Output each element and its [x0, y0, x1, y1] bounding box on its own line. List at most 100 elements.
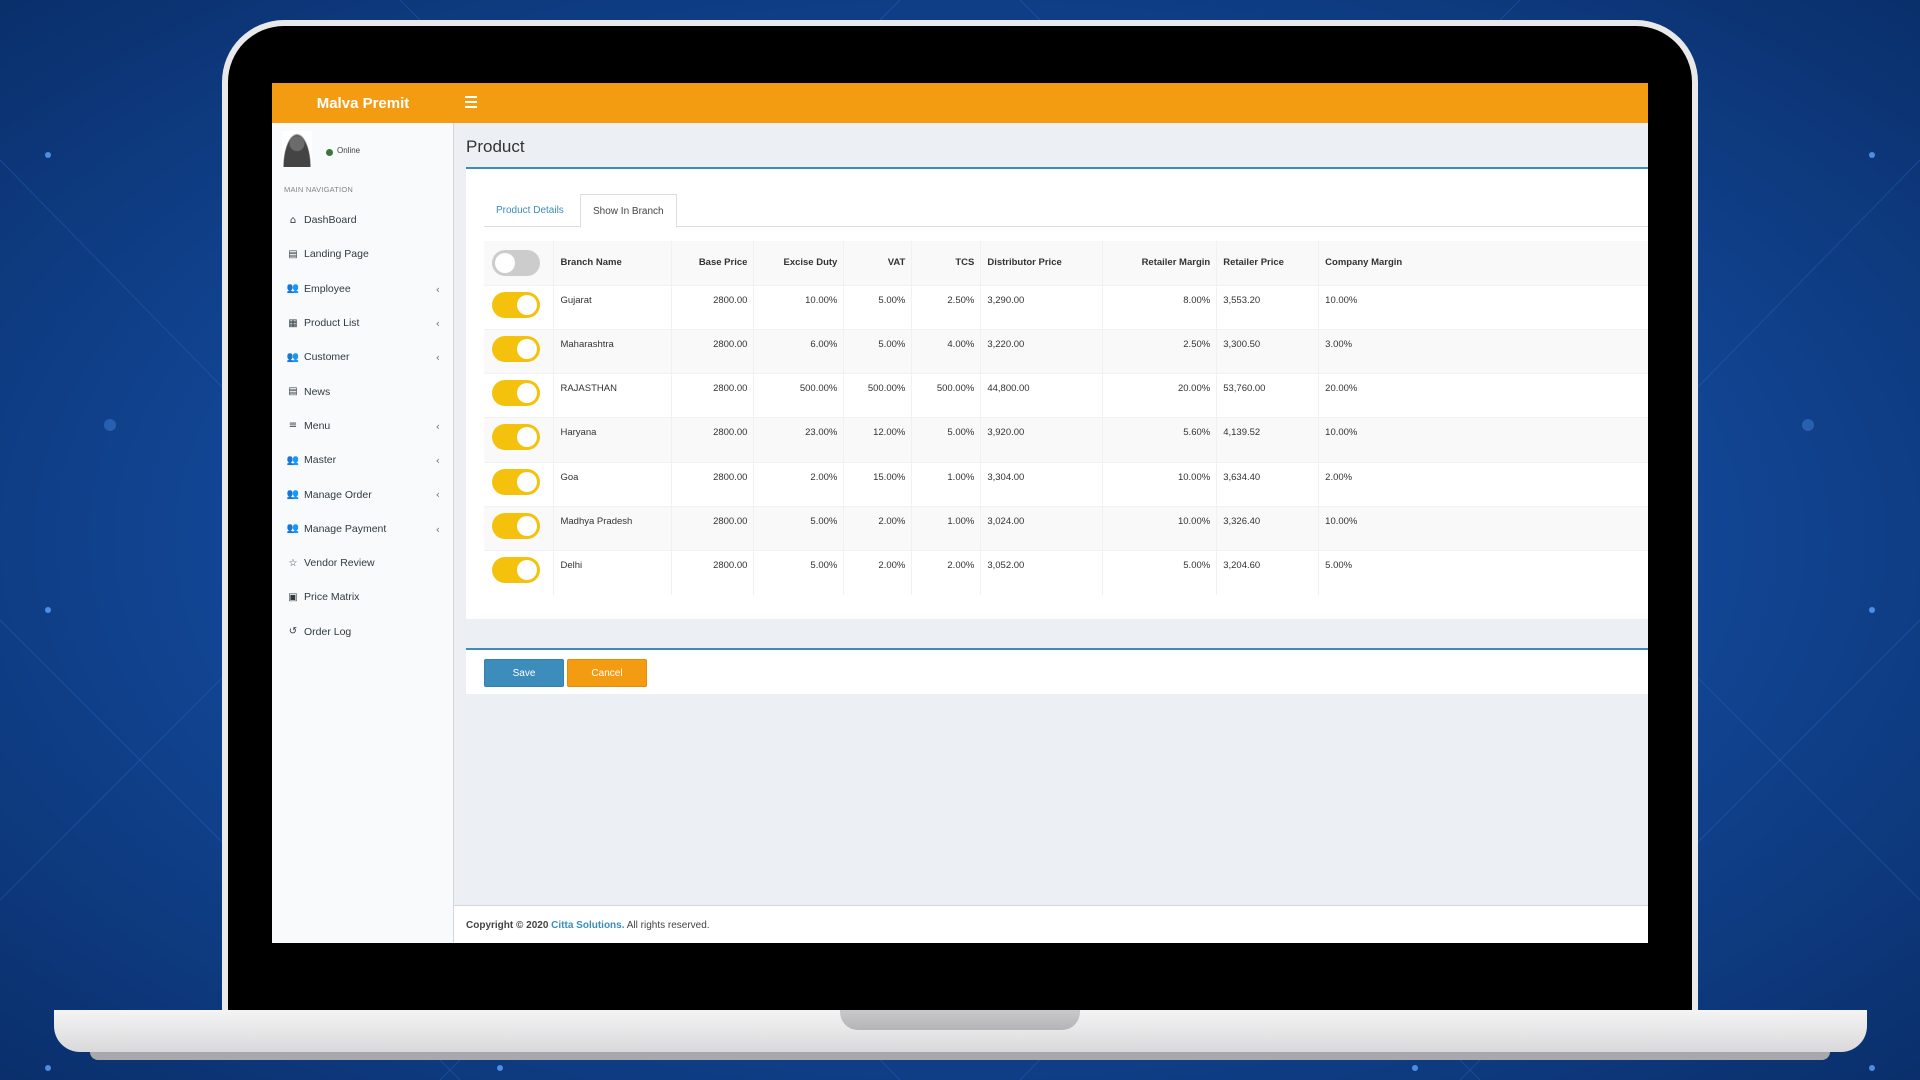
cell-retailer-margin: 8.00% [1102, 284, 1218, 330]
cell-excise: 5.00% [753, 550, 845, 596]
cell-retailer-price: 3,553.20 [1216, 284, 1320, 330]
chevron-left-icon: ‹ [435, 282, 440, 296]
sidebar-item-news[interactable]: ▤ News [272, 374, 454, 408]
column-header: TCS [911, 241, 982, 285]
branch-enabled-toggle[interactable] [492, 424, 540, 451]
select-all-toggle[interactable] [492, 249, 540, 276]
sidebar-item-dashboard[interactable]: ⌂ DashBoard [272, 203, 454, 237]
users-icon: 👥 [286, 489, 300, 501]
brand-logo[interactable]: Malva Premit [272, 83, 454, 123]
save-button[interactable]: Save [484, 659, 564, 687]
table-row: Goa 2800.00 2.00% 15.00% 1.00% 3,304.00 10.00%… [484, 461, 1648, 507]
content-area: Product Product Details Show In Branch B… [454, 123, 1648, 943]
branch-enabled-toggle[interactable] [492, 291, 540, 318]
users-icon: 👥 [286, 351, 300, 363]
history-icon: ↺ [288, 626, 298, 638]
cell-retailer-margin: 2.50% [1102, 328, 1218, 374]
sidebar-item-master[interactable]: 👥 Master ‹ [272, 443, 454, 477]
list-icon: ▦ [288, 317, 298, 329]
cell-tcs: 2.00% [911, 550, 982, 596]
cell-excise: 10.00% [753, 284, 845, 330]
star-icon: ☆ [288, 557, 298, 569]
chevron-left-icon: ‹ [435, 419, 440, 433]
sidebar-item-label: Price Matrix [304, 591, 360, 604]
user-panel: Online [282, 131, 442, 169]
sidebar-item-menu[interactable]: ≡ Menu ‹ [272, 409, 454, 443]
cell-base-price: 2800.00 [671, 550, 755, 596]
cell-excise: 6.00% [753, 328, 845, 374]
branch-enabled-toggle[interactable] [492, 468, 540, 495]
company-link[interactable]: Citta Solutions. [551, 920, 624, 931]
tab-product-details[interactable]: Product Details [484, 194, 576, 227]
cell-retailer-price: 3,634.40 [1216, 461, 1320, 507]
sidebar-toggle-icon[interactable] [465, 96, 477, 108]
cell-tcs: 2.50% [911, 284, 982, 330]
users-icon: 👥 [286, 283, 300, 295]
sidebar-item-employee[interactable]: 👥 Employee ‹ [272, 272, 454, 306]
cell-branch: Madhya Pradesh [553, 505, 673, 551]
cell-distributor-price: 44,800.00 [980, 373, 1104, 418]
cell-vat: 15.00% [843, 461, 913, 507]
table-row: Madhya Pradesh 2800.00 5.00% 2.00% 1.00% 3,02… [484, 505, 1648, 551]
cancel-button[interactable]: Cancel [567, 659, 647, 687]
cell-company-margin: 10.00% [1318, 417, 1648, 463]
sidebar-item-landing-page[interactable]: ▤ Landing Page [272, 237, 454, 271]
cell-vat: 500.00% [843, 373, 913, 418]
cell-tcs: 500.00% [911, 373, 982, 418]
cell-excise: 500.00% [753, 373, 845, 418]
branch-enabled-toggle[interactable] [492, 335, 540, 362]
cell-retailer-price: 53,760.00 [1216, 373, 1320, 418]
cell-vat: 12.00% [843, 417, 913, 463]
branch-enabled-toggle[interactable] [492, 380, 540, 407]
branch-enabled-toggle[interactable] [492, 557, 540, 584]
cell-excise: 2.00% [753, 461, 845, 507]
cell-company-margin: 2.00% [1318, 461, 1648, 507]
table-body: Gujarat 2800.00 10.00% 5.00% 2.50% 3,290.00 8.… [484, 284, 1648, 596]
cell-branch: Delhi [553, 550, 673, 596]
newspaper-icon: ▤ [288, 386, 298, 398]
rights-text: All rights reserved. [626, 920, 710, 931]
footer: Copyright © 2020 Citta Solutions. All ri… [454, 905, 1648, 943]
sidebar-item-label: Manage Order [304, 488, 372, 501]
cell-branch: Haryana [553, 417, 673, 463]
laptop-notch [840, 1010, 1080, 1030]
cell-vat: 2.00% [843, 505, 913, 551]
cell-excise: 5.00% [753, 505, 845, 551]
sidebar-item-vendor-review[interactable]: ☆ Vendor Review [272, 546, 454, 580]
sidebar-item-label: Master [304, 454, 337, 467]
sidebar-item-product-list[interactable]: ▦ Product List ‹ [272, 306, 454, 340]
online-status-icon [326, 149, 333, 156]
branch-enabled-toggle[interactable] [492, 512, 540, 539]
nav-header: MAIN NAVIGATION [284, 185, 353, 194]
cell-tcs: 1.00% [911, 461, 982, 507]
sidebar-item-label: News [304, 385, 331, 398]
chevron-left-icon: ‹ [435, 351, 440, 365]
sidebar-item-label: Menu [304, 419, 331, 432]
cell-company-margin: 5.00% [1318, 550, 1648, 596]
sidebar-item-manage-payment[interactable]: 👥 Manage Payment ‹ [272, 512, 454, 546]
cell-branch: Goa [553, 461, 673, 507]
cell-base-price: 2800.00 [671, 417, 755, 463]
column-header: VAT [843, 241, 913, 285]
cell-base-price: 2800.00 [671, 328, 755, 374]
sidebar-item-manage-order[interactable]: 👥 Manage Order ‹ [272, 477, 454, 511]
product-box: Product Details Show In Branch Branch Na… [466, 167, 1648, 619]
cell-base-price: 2800.00 [671, 461, 755, 507]
sidebar-item-label: Order Log [304, 625, 352, 638]
laptop-base-lip [90, 1052, 1830, 1060]
sidebar-item-label: Landing Page [304, 248, 369, 261]
sidebar-item-price-matrix[interactable]: ▣ Price Matrix [272, 580, 454, 614]
cell-branch: Gujarat [553, 284, 673, 330]
cell-tcs: 5.00% [911, 417, 982, 463]
cell-distributor-price: 3,304.00 [980, 461, 1104, 507]
bars-icon: ≡ [288, 420, 298, 432]
cell-vat: 5.00% [843, 284, 913, 330]
cell-tcs: 1.00% [911, 505, 982, 551]
chevron-left-icon: ‹ [435, 454, 440, 468]
tab-show-in-branch[interactable]: Show In Branch [580, 194, 677, 228]
chevron-left-icon: ‹ [435, 316, 440, 330]
column-header: Retailer Price [1216, 241, 1320, 285]
sidebar-item-order-log[interactable]: ↺ Order Log [272, 615, 454, 649]
table-row: RAJASTHAN 2800.00 500.00% 500.00% 500.00% 44,… [484, 373, 1648, 418]
sidebar-item-customer[interactable]: 👥 Customer ‹ [272, 340, 454, 374]
